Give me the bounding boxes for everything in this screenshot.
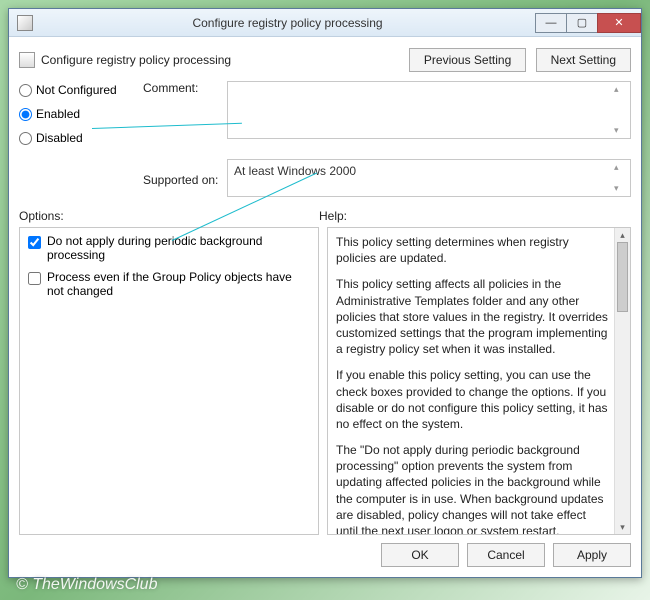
options-label: Options: <box>19 209 319 223</box>
help-p3: If you enable this policy setting, you c… <box>336 367 610 432</box>
radio-disabled[interactable]: Disabled <box>19 129 139 147</box>
option-process-unchanged[interactable]: Process even if the Group Policy objects… <box>28 270 310 298</box>
config-grid: Not Configured Enabled Disabled Comment:… <box>19 81 631 197</box>
next-setting-button[interactable]: Next Setting <box>536 48 631 72</box>
radio-disabled-input[interactable] <box>19 132 32 145</box>
apply-button[interactable]: Apply <box>553 543 631 567</box>
help-scrollbar[interactable]: ▴ ▾ <box>614 228 630 534</box>
minimize-button[interactable]: — <box>535 13 567 33</box>
radio-disabled-label: Disabled <box>36 131 83 145</box>
dialog-window: Configure registry policy processing — ▢… <box>8 8 642 578</box>
window-title: Configure registry policy processing <box>39 16 536 30</box>
help-label: Help: <box>319 209 347 223</box>
panels-header: Options: Help: <box>19 209 631 223</box>
option-process-unchanged-checkbox[interactable] <box>28 272 41 285</box>
close-button[interactable]: ✕ <box>597 13 641 33</box>
option-process-unchanged-label: Process even if the Group Policy objects… <box>47 270 310 298</box>
options-panel: Do not apply during periodic background … <box>19 227 319 535</box>
radio-not-configured-label: Not Configured <box>36 83 117 97</box>
scroll-up-icon[interactable]: ▴ <box>615 228 630 242</box>
window-controls: — ▢ ✕ <box>536 13 641 33</box>
option-no-background[interactable]: Do not apply during periodic background … <box>28 234 310 262</box>
help-p1: This policy setting determines when regi… <box>336 234 610 266</box>
radio-enabled[interactable]: Enabled <box>19 105 139 123</box>
option-no-background-label: Do not apply during periodic background … <box>47 234 310 262</box>
radio-enabled-input[interactable] <box>19 108 32 121</box>
policy-title: Configure registry policy processing <box>41 53 403 67</box>
header-row: Configure registry policy processing Pre… <box>19 43 631 77</box>
help-panel: This policy setting determines when regi… <box>327 227 631 535</box>
help-p4: The "Do not apply during periodic backgr… <box>336 442 610 535</box>
panels: Do not apply during periodic background … <box>19 227 631 535</box>
radio-not-configured[interactable]: Not Configured <box>19 81 139 99</box>
supported-scroll[interactable]: ▴▾ <box>614 162 628 194</box>
scroll-thumb[interactable] <box>617 242 628 312</box>
help-p2: This policy setting affects all policies… <box>336 276 610 357</box>
app-icon <box>17 15 33 31</box>
comment-label: Comment: <box>143 81 223 95</box>
titlebar[interactable]: Configure registry policy processing — ▢… <box>9 9 641 37</box>
watermark: © TheWindowsClub <box>16 576 157 594</box>
radio-not-configured-input[interactable] <box>19 84 32 97</box>
scroll-down-icon[interactable]: ▾ <box>615 520 630 534</box>
radio-enabled-label: Enabled <box>36 107 80 121</box>
supported-on-box: At least Windows 2000 ▴▾ <box>227 159 631 197</box>
supported-label: Supported on: <box>143 173 223 187</box>
policy-icon <box>19 52 35 68</box>
cancel-button[interactable]: Cancel <box>467 543 545 567</box>
option-no-background-checkbox[interactable] <box>28 236 41 249</box>
comment-scroll[interactable]: ▴▾ <box>614 84 628 136</box>
ok-button[interactable]: OK <box>381 543 459 567</box>
comment-input[interactable]: ▴▾ <box>227 81 631 139</box>
nav-buttons: Previous Setting Next Setting <box>403 48 631 72</box>
help-text: This policy setting determines when regi… <box>336 234 610 535</box>
maximize-button[interactable]: ▢ <box>566 13 598 33</box>
dialog-buttons: OK Cancel Apply <box>19 535 631 567</box>
dialog-content: Configure registry policy processing Pre… <box>9 37 641 577</box>
supported-on-text: At least Windows 2000 <box>234 164 356 178</box>
previous-setting-button[interactable]: Previous Setting <box>409 48 526 72</box>
